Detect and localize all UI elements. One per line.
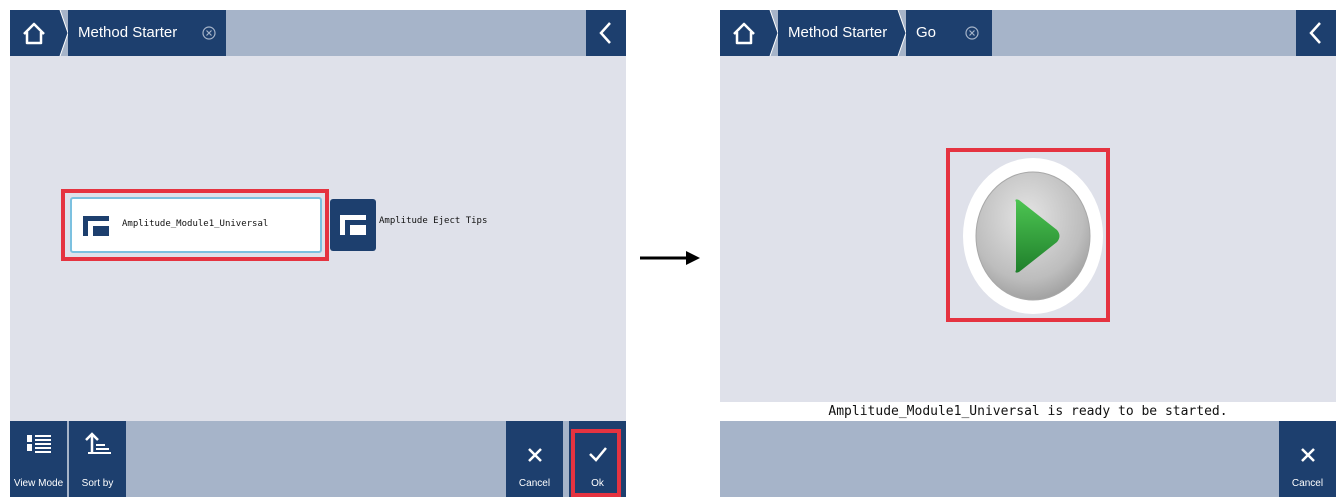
method-icon	[340, 215, 366, 235]
top-bar: Method Starter Go	[720, 10, 1336, 56]
breadcrumb-label: Method Starter	[788, 24, 888, 41]
view-mode-icon	[26, 435, 51, 453]
close-breadcrumb-icon[interactable]	[962, 23, 982, 43]
chevron-left-icon	[1309, 22, 1321, 44]
chevron-left-icon	[599, 22, 611, 44]
transition-arrow-icon	[640, 251, 700, 265]
close-icon	[527, 448, 542, 462]
breadcrumb-separator-icon	[896, 10, 906, 56]
home-button[interactable]	[720, 10, 768, 56]
cancel-button[interactable]: Cancel	[1279, 421, 1336, 497]
close-icon	[1300, 448, 1315, 462]
sort-icon	[84, 432, 111, 454]
method-list-screen: Method Starter Amplitude_Module1_Univers…	[10, 10, 626, 497]
home-icon	[23, 22, 45, 45]
bottom-toolbar: Cancel	[720, 421, 1336, 497]
breadcrumb-label: Method Starter	[78, 24, 178, 41]
breadcrumb-separator-icon	[768, 10, 778, 56]
close-breadcrumb-icon[interactable]	[199, 23, 219, 43]
top-bar: Method Starter	[10, 10, 626, 56]
home-icon	[733, 22, 755, 45]
ok-highlight	[571, 429, 621, 497]
cancel-button[interactable]: Cancel	[506, 421, 563, 497]
status-message: Amplitude_Module1_Universal is ready to …	[720, 402, 1336, 422]
method-tile-amplitude-eject-tips[interactable]	[330, 199, 376, 251]
breadcrumb-separator-icon	[58, 10, 68, 56]
view-mode-button[interactable]: View Mode	[10, 421, 67, 497]
view-mode-label: View Mode	[13, 478, 64, 489]
breadcrumb-method-starter[interactable]: Method Starter	[778, 10, 896, 56]
method-go-screen: Method Starter Go Amplitude_Module1_Univ…	[720, 10, 1336, 497]
home-button[interactable]	[10, 10, 58, 56]
bottom-toolbar: View Mode Sort by Cancel Ok	[10, 421, 626, 497]
selection-highlight	[61, 189, 329, 261]
sort-by-label: Sort by	[81, 478, 114, 489]
method-name: Amplitude Eject Tips	[379, 216, 488, 226]
back-button[interactable]	[586, 10, 626, 56]
breadcrumb-label: Go	[916, 24, 937, 41]
play-highlight	[946, 148, 1110, 322]
back-button[interactable]	[1296, 10, 1336, 56]
cancel-label: Cancel	[518, 478, 551, 489]
cancel-label: Cancel	[1291, 478, 1324, 489]
sort-by-button[interactable]: Sort by	[69, 421, 126, 497]
